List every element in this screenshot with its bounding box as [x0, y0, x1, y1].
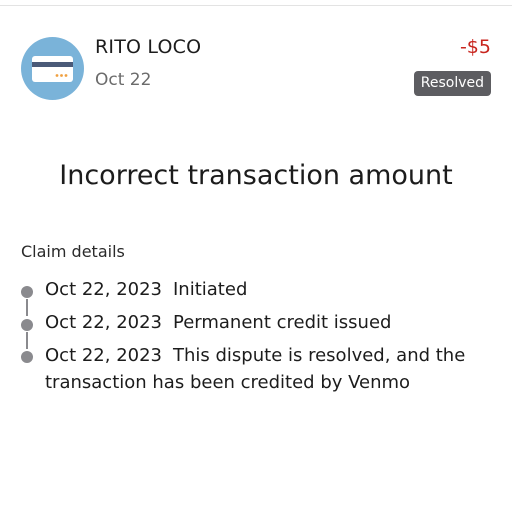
event-date: Oct 22, 2023 [45, 345, 162, 366]
status-badge: Resolved [413, 71, 491, 96]
timeline-event: Oct 22, 2023 This dispute is resolved, an… [45, 342, 470, 396]
claim-details-label: Claim details [21, 242, 125, 261]
dispute-detail-page: RITO LOCO Oct 22 -$5 Resolved Incorrect … [0, 0, 512, 512]
timeline-connector [26, 299, 28, 316]
timeline-dot [21, 286, 33, 298]
timeline-dot [21, 351, 33, 363]
transaction-date: Oct 22 [95, 70, 152, 90]
event-text: Permanent credit issued [173, 312, 392, 333]
merchant-avatar [21, 37, 84, 100]
event-text: Initiated [173, 279, 248, 300]
top-divider [0, 5, 512, 6]
timeline-event: Oct 22, 2023 Permanent credit issued [45, 309, 485, 336]
claim-title: Incorrect transaction amount [59, 160, 453, 191]
transaction-amount: -$5 [459, 36, 491, 58]
event-date: Oct 22, 2023 [45, 312, 162, 333]
merchant-name: RITO LOCO [95, 36, 202, 58]
credit-card-icon [32, 56, 73, 82]
timeline-connector [26, 332, 28, 349]
event-date: Oct 22, 2023 [45, 279, 162, 300]
timeline-event: Oct 22, 2023 Initiated [45, 276, 485, 303]
timeline-dot [21, 319, 33, 331]
